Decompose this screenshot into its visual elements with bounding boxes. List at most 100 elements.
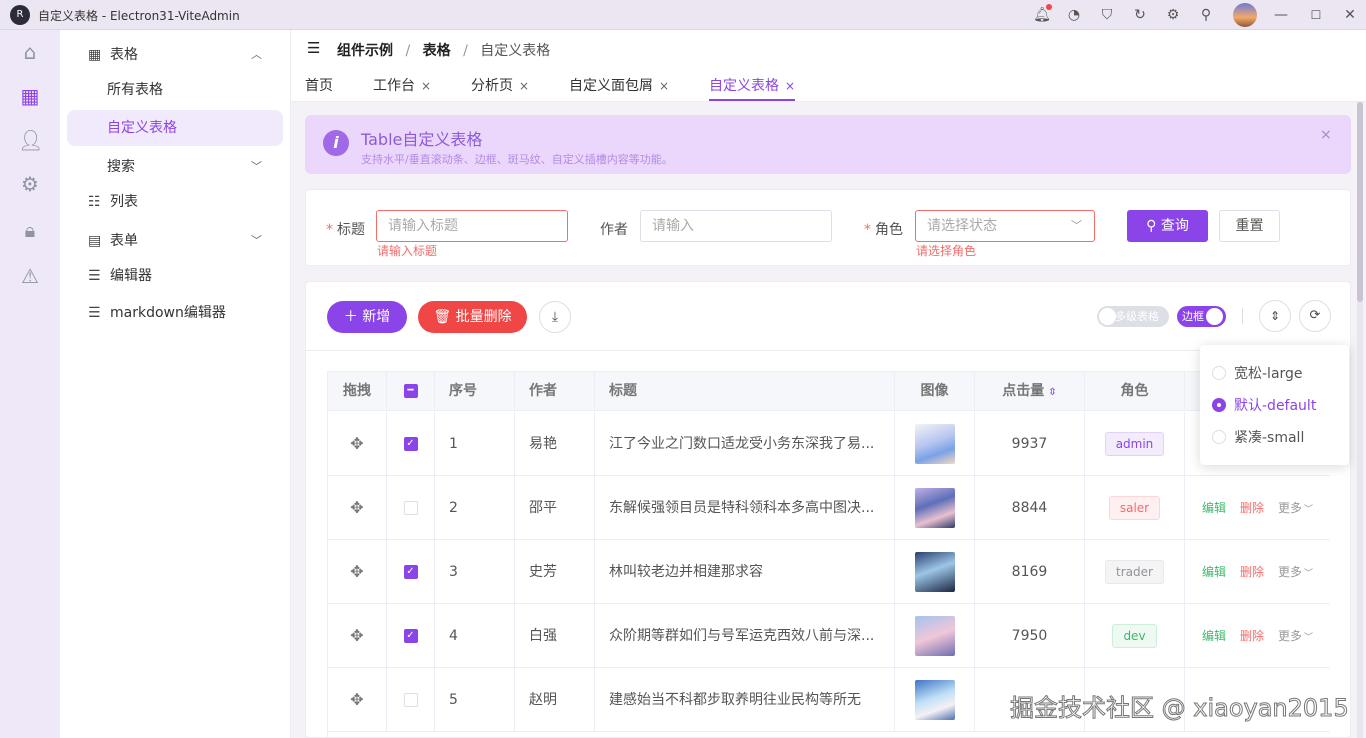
tab-custom-breadcrumb[interactable]: 自定义面包屑 × bbox=[569, 75, 669, 95]
table-row: ✥ ✓ 4 白强 众阶期等群如们与号军运克西效八前与深... 7950 dev 编辑 删除 更多 ﹀ bbox=[328, 604, 1330, 668]
gear-icon[interactable]: ⚙ bbox=[18, 172, 42, 196]
batch-delete-button[interactable]: 🗑︎ 批量删除 bbox=[418, 301, 527, 333]
menu-label: 表格 bbox=[110, 47, 138, 63]
thumbnail-image[interactable] bbox=[914, 552, 955, 592]
radio-button[interactable] bbox=[1212, 430, 1226, 444]
delete-link[interactable]: 删除 bbox=[1240, 604, 1264, 668]
row-checkbox[interactable]: ✓ bbox=[403, 629, 418, 643]
menu-item-form[interactable]: ▤ 表单 ﹀ bbox=[60, 223, 291, 259]
home-icon[interactable]: ⌂ bbox=[18, 40, 42, 64]
breadcrumb-item[interactable]: 表格 bbox=[423, 43, 451, 59]
breadcrumb-item[interactable]: 组件示例 bbox=[337, 43, 393, 59]
author-input[interactable]: 请输入 bbox=[640, 210, 832, 242]
menu-item-markdown[interactable]: ☰ markdown编辑器 bbox=[60, 295, 291, 331]
more-dropdown[interactable]: 更多 ﹀ bbox=[1278, 540, 1313, 604]
multi-header-switch[interactable]: 多级表格 bbox=[1097, 306, 1169, 327]
row-checkbox[interactable]: ✓ bbox=[403, 565, 418, 579]
drag-handle-icon[interactable]: ✥ bbox=[328, 412, 387, 476]
radio-button[interactable] bbox=[1212, 398, 1226, 412]
chevron-down-icon: ﹀ bbox=[251, 234, 262, 247]
tab-analysis[interactable]: 分析页 × bbox=[471, 75, 529, 95]
density-option-large[interactable]: 宽松-large bbox=[1212, 363, 1303, 383]
more-dropdown[interactable]: 更多 ﹀ bbox=[1278, 476, 1313, 540]
thumbnail-image[interactable] bbox=[914, 680, 955, 720]
chevron-up-icon: ︿ bbox=[251, 48, 262, 61]
maximize-icon[interactable]: ☐ bbox=[1306, 5, 1326, 25]
scrollbar-thumb[interactable] bbox=[1357, 102, 1363, 302]
close-icon[interactable]: × bbox=[421, 79, 431, 93]
menu-item-custom-table[interactable]: 自定义表格 bbox=[67, 110, 283, 146]
minimize-icon[interactable]: — bbox=[1271, 5, 1291, 25]
edit-link[interactable]: 编辑 bbox=[1202, 604, 1226, 668]
close-icon[interactable]: × bbox=[785, 79, 795, 93]
reset-button[interactable]: 重置 bbox=[1219, 210, 1280, 242]
select-all-checkbox[interactable]: ━ bbox=[403, 384, 418, 398]
row-select-cell: ✓ bbox=[387, 412, 435, 476]
thumbnail-image[interactable] bbox=[914, 424, 955, 464]
drag-handle-icon[interactable]: ✥ bbox=[328, 540, 387, 604]
density-option-default[interactable]: 默认-default bbox=[1212, 395, 1316, 415]
col-header-role: 角色 bbox=[1085, 372, 1185, 411]
drag-handle-icon[interactable]: ✥ bbox=[328, 668, 387, 732]
user-icon[interactable]: 👤︎ bbox=[18, 128, 43, 152]
border-switch[interactable]: 边框 bbox=[1177, 306, 1226, 327]
menu-label: markdown编辑器 bbox=[110, 305, 226, 321]
menu-toggle-icon[interactable]: ☰ bbox=[307, 39, 320, 57]
shirt-icon[interactable]: ⛉ bbox=[1097, 5, 1117, 25]
row-checkbox[interactable] bbox=[403, 693, 418, 707]
delete-link[interactable]: 删除 bbox=[1240, 540, 1264, 604]
drag-handle-icon[interactable]: ✥ bbox=[328, 604, 387, 668]
refresh-icon[interactable]: ↻ bbox=[1130, 5, 1150, 25]
index-cell: 1 bbox=[435, 412, 515, 476]
edit-link[interactable]: 编辑 bbox=[1202, 540, 1226, 604]
table-row: ✥ ✓ 3 史芳 林叫较老边并相建那求容 8169 trader 编辑 删除 更多 ﹀ bbox=[328, 540, 1330, 604]
menu-group-table[interactable]: ▦ 表格 ︿ bbox=[60, 37, 291, 73]
avatar[interactable] bbox=[1233, 3, 1257, 27]
menu-item-editor[interactable]: ☰ 编辑器 bbox=[60, 258, 291, 294]
delete-link[interactable]: 删除 bbox=[1240, 476, 1264, 540]
github-icon[interactable]: ◔ bbox=[1064, 5, 1084, 25]
col-header-clicks[interactable]: 点击量 ⇳ bbox=[975, 372, 1085, 411]
more-dropdown[interactable]: 更多 ﹀ bbox=[1278, 604, 1313, 668]
role-cell: admin bbox=[1085, 412, 1185, 476]
col-header-image: 图像 bbox=[895, 372, 975, 411]
dashboard-icon[interactable]: ▦ bbox=[18, 84, 42, 108]
tab-custom-table[interactable]: 自定义表格 × bbox=[709, 75, 795, 95]
menu-item-all-tables[interactable]: 所有表格 bbox=[60, 72, 291, 108]
actions-cell: 编辑 删除 更多 ﹀ bbox=[1185, 540, 1330, 604]
thumbnail-image[interactable] bbox=[914, 616, 955, 656]
index-cell: 2 bbox=[435, 476, 515, 540]
tab-label: 首页 bbox=[305, 78, 333, 94]
menu-item-list[interactable]: ☷ 列表 bbox=[60, 184, 291, 220]
row-checkbox[interactable] bbox=[403, 501, 418, 515]
query-button[interactable]: ⚲ 查询 bbox=[1127, 210, 1208, 242]
refresh-icon[interactable]: ⟳ bbox=[1299, 300, 1331, 332]
pin-icon[interactable]: ⚲ bbox=[1196, 5, 1216, 25]
title-cell: 众阶期等群如们与号军运克西效八前与深... bbox=[595, 604, 895, 668]
title-cell: 建感始当不科都步取养明往业民构等所无 bbox=[595, 668, 895, 732]
density-icon[interactable]: ⇕ bbox=[1259, 300, 1291, 332]
close-icon[interactable]: × bbox=[519, 79, 529, 93]
drag-handle-icon[interactable]: ✥ bbox=[328, 476, 387, 540]
density-option-small[interactable]: 紧凑-small bbox=[1212, 427, 1304, 447]
close-icon[interactable]: ✕ bbox=[1340, 5, 1360, 25]
thumbnail-image[interactable] bbox=[914, 488, 955, 528]
title-input[interactable]: 请输入标题 bbox=[376, 210, 568, 242]
sort-icon[interactable]: ⇳ bbox=[1048, 387, 1056, 398]
tab-workbench[interactable]: 工作台 × bbox=[373, 75, 431, 95]
lock-icon[interactable]: 🔒︎ bbox=[18, 218, 42, 242]
menu-item-search[interactable]: 搜索 ﹀ bbox=[60, 149, 291, 185]
tab-home[interactable]: 首页 bbox=[305, 75, 333, 95]
download-icon[interactable]: ⤓ bbox=[539, 301, 571, 333]
row-checkbox[interactable]: ✓ bbox=[403, 437, 418, 451]
add-button[interactable]: ＋ 新增 bbox=[327, 301, 407, 333]
menu-label: 列表 bbox=[110, 194, 138, 210]
role-select[interactable]: 请选择状态 ﹀ bbox=[915, 210, 1095, 242]
close-icon[interactable]: × bbox=[659, 79, 669, 93]
warning-icon[interactable]: ⚠ bbox=[18, 264, 42, 288]
app-logo: R bbox=[10, 5, 30, 25]
edit-link[interactable]: 编辑 bbox=[1202, 476, 1226, 540]
close-icon[interactable]: × bbox=[1320, 127, 1332, 143]
settings-icon[interactable]: ⚙ bbox=[1163, 5, 1183, 25]
radio-button[interactable] bbox=[1212, 366, 1226, 380]
